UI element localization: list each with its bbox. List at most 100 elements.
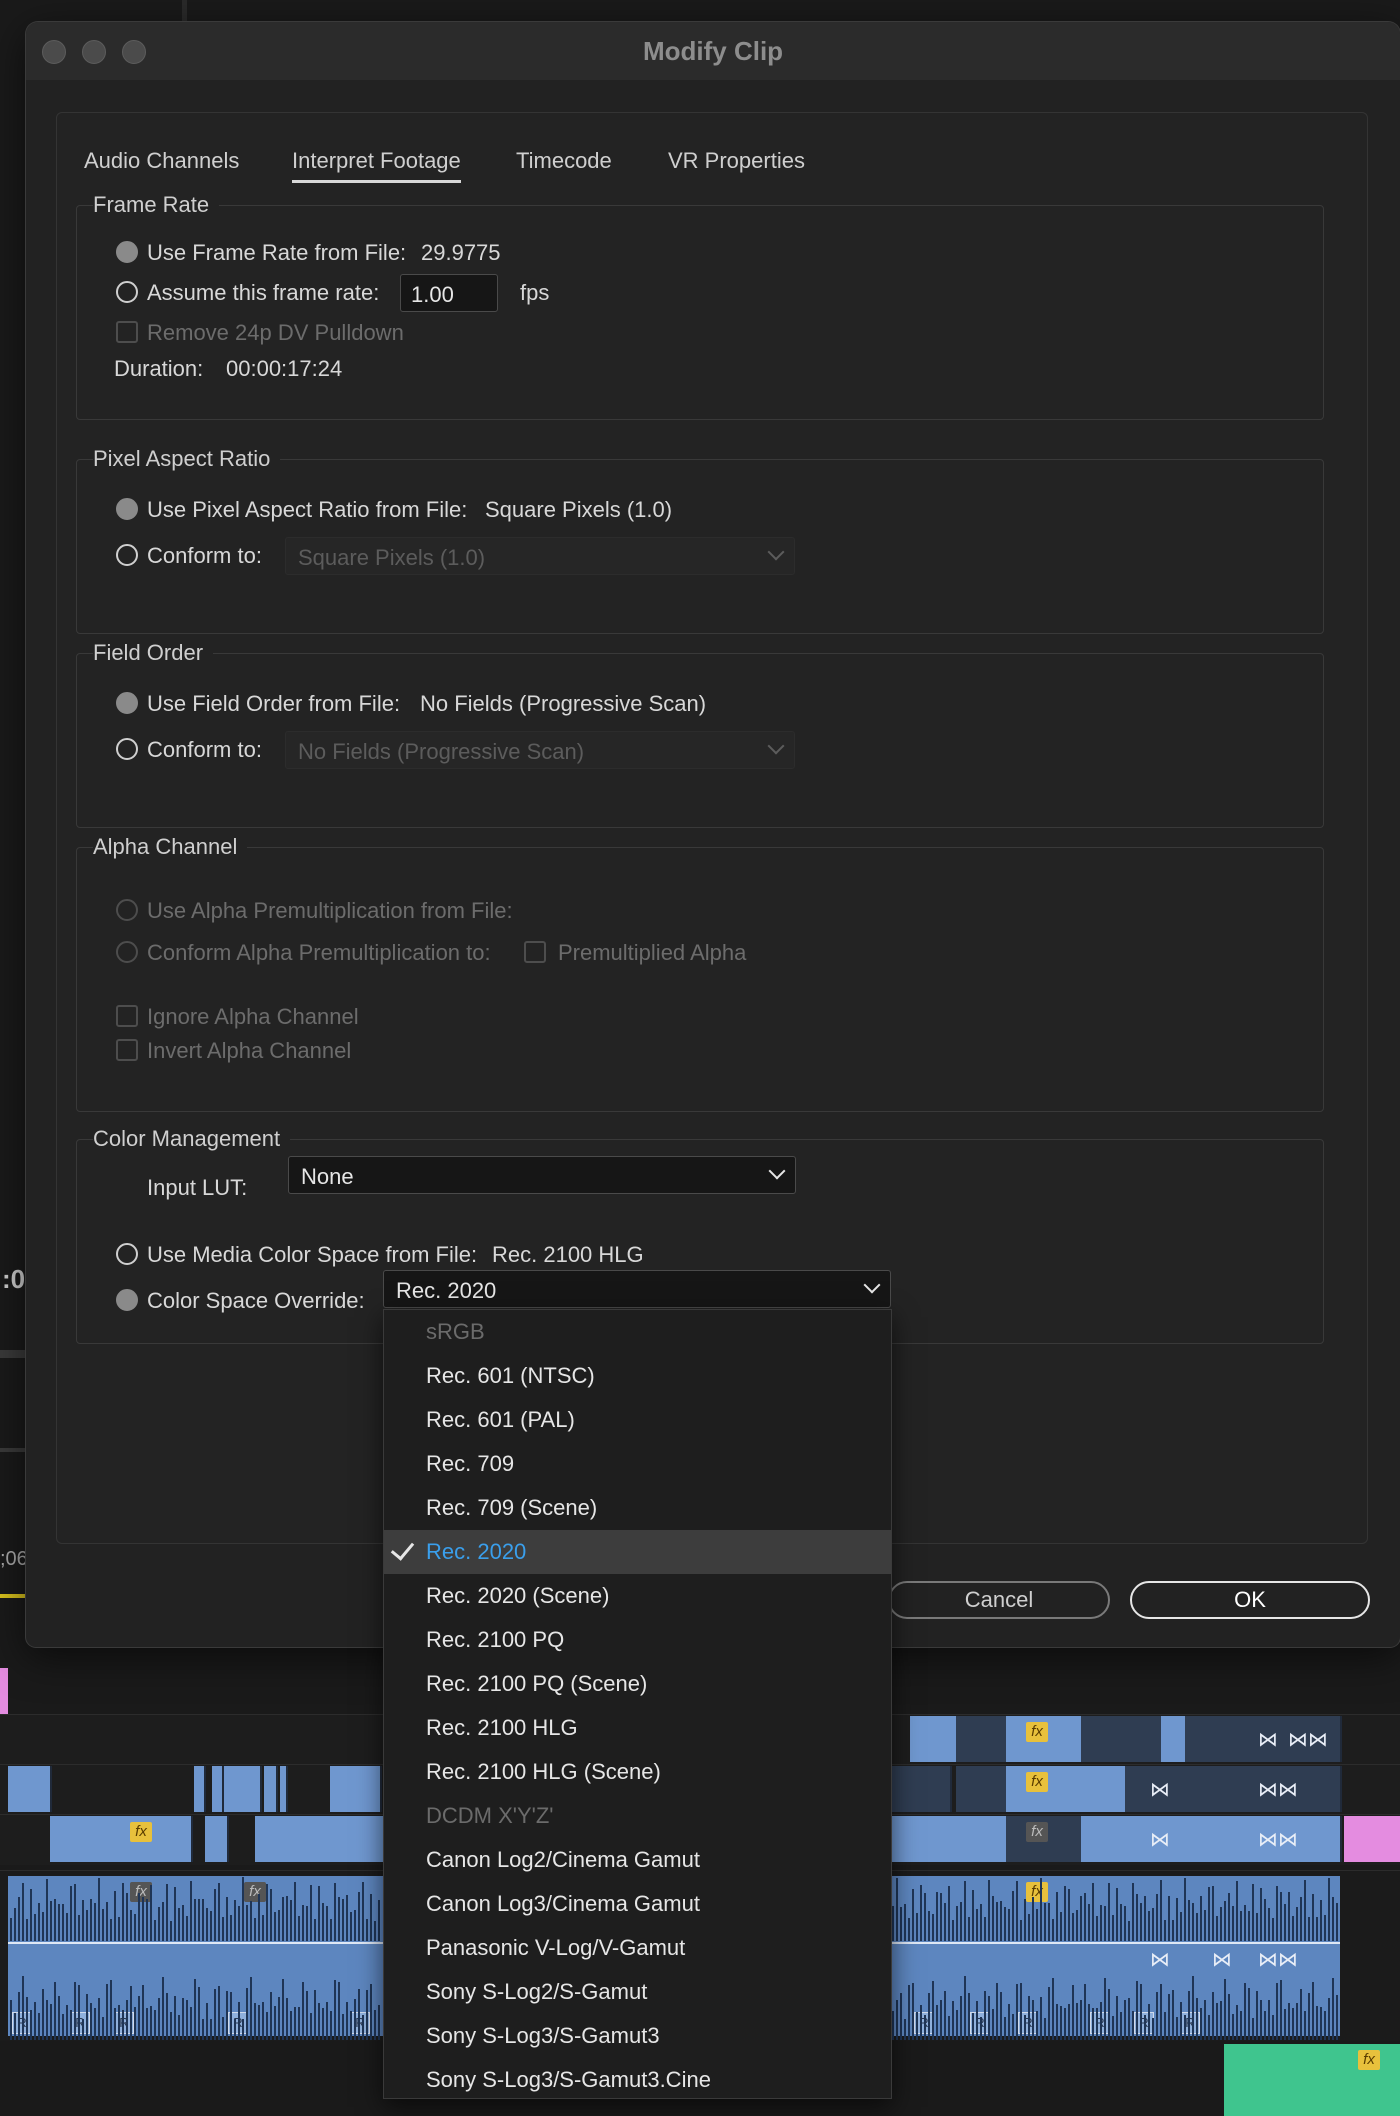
clip[interactable] xyxy=(910,1716,958,1762)
dropdown-item[interactable]: Panasonic V-Log/V-Gamut xyxy=(384,1926,891,1970)
use-field-order-from-file-radio[interactable] xyxy=(116,692,138,714)
clip[interactable] xyxy=(205,1816,229,1862)
clip[interactable] xyxy=(1125,1716,1163,1762)
tab-vr-properties[interactable]: VR Properties xyxy=(668,148,805,174)
transition-icon[interactable]: ⋈ xyxy=(1212,1947,1232,1972)
use-frame-rate-from-file-radio[interactable] xyxy=(116,241,138,263)
dropdown-item[interactable]: Sony S-Log2/S-Gamut xyxy=(384,1970,891,2014)
dropdown-item[interactable]: Rec. 2020 (Scene) xyxy=(384,1574,891,1618)
dropdown-item-label: DCDM X'Y'Z' xyxy=(426,1803,554,1828)
remove-pulldown-checkbox[interactable] xyxy=(116,321,138,343)
tab-interpret-footage[interactable]: Interpret Footage xyxy=(292,148,461,183)
use-par-from-file-radio[interactable] xyxy=(116,498,138,520)
clip[interactable] xyxy=(285,1816,327,1862)
audio-waveform-bar xyxy=(322,2008,324,2040)
dropdown-item[interactable]: Rec. 709 xyxy=(384,1442,891,1486)
clip[interactable] xyxy=(1185,1716,1227,1762)
audio-waveform-bar xyxy=(342,2014,344,2040)
dropdown-item-label: Rec. 601 (NTSC) xyxy=(426,1363,595,1388)
audio-waveform-bar xyxy=(70,1886,72,1941)
conform-par-select[interactable]: Square Pixels (1.0) xyxy=(285,537,795,575)
transition-icon[interactable]: ⋈⋈ xyxy=(1258,1947,1298,1972)
premultiplied-alpha-checkbox[interactable] xyxy=(524,941,546,963)
assume-frame-rate-radio[interactable] xyxy=(116,281,138,303)
clip[interactable] xyxy=(1344,1816,1400,1862)
audio-waveform-bar xyxy=(1284,2009,1286,2040)
clip[interactable] xyxy=(1081,1716,1127,1762)
clip[interactable] xyxy=(1081,1816,1342,1862)
dropdown-item[interactable]: Rec. 2100 HLG (Scene) xyxy=(384,1750,891,1794)
dialog-titlebar[interactable]: Modify Clip xyxy=(26,22,1400,80)
tab-timecode[interactable]: Timecode xyxy=(516,148,612,174)
clip[interactable] xyxy=(8,1766,52,1812)
dropdown-item[interactable]: Canon Log2/Cinema Gamut xyxy=(384,1838,891,1882)
ignore-alpha-checkbox[interactable] xyxy=(116,1005,138,1027)
audio-waveform-bar xyxy=(1096,1916,1098,1941)
clip[interactable] xyxy=(325,1816,349,1862)
audio-waveform-bar xyxy=(1076,2003,1078,2040)
dropdown-item[interactable]: Sony S-Log3/S-Gamut3 xyxy=(384,2014,891,2058)
dropdown-item[interactable]: Sony S-Log3/S-Gamut3.Cine xyxy=(384,2058,891,2102)
fx-badge[interactable]: fx xyxy=(1026,1822,1048,1842)
dropdown-item[interactable]: Rec. 2020 xyxy=(384,1530,891,1574)
audio-waveform-bar xyxy=(1036,1909,1038,1941)
conform-field-order-select[interactable]: No Fields (Progressive Scan) xyxy=(285,731,795,769)
clip[interactable] xyxy=(212,1766,224,1812)
clip[interactable] xyxy=(330,1766,382,1812)
frame-rate-group: Frame Rate xyxy=(76,192,1324,420)
clip[interactable] xyxy=(194,1766,206,1812)
conform-alpha-premult-radio[interactable] xyxy=(116,941,138,963)
fx-badge[interactable]: fx xyxy=(244,1882,266,1902)
audio-waveform-bar xyxy=(126,1893,128,1941)
clip[interactable] xyxy=(1081,1766,1127,1812)
transition-icon[interactable]: ⋈ xyxy=(1150,1777,1170,1802)
clip[interactable] xyxy=(1125,1766,1227,1812)
frame-rate-input[interactable]: 1.00 xyxy=(400,274,498,312)
clip[interactable] xyxy=(1161,1716,1187,1762)
fx-badge[interactable]: fx xyxy=(130,1882,152,1902)
clip[interactable] xyxy=(280,1766,288,1812)
conform-field-order-radio[interactable] xyxy=(116,738,138,760)
use-media-color-space-radio[interactable] xyxy=(116,1243,138,1265)
clip[interactable] xyxy=(956,1716,1008,1762)
dropdown-item[interactable]: Rec. 2100 PQ (Scene) xyxy=(384,1662,891,1706)
audio-waveform-bar xyxy=(1056,1892,1058,1941)
dropdown-item[interactable]: Rec. 2100 HLG xyxy=(384,1706,891,1750)
clip[interactable] xyxy=(890,1816,1008,1862)
clip[interactable] xyxy=(224,1766,262,1812)
dropdown-item[interactable]: Rec. 709 (Scene) xyxy=(384,1486,891,1530)
invert-alpha-checkbox[interactable] xyxy=(116,1039,138,1061)
clip[interactable] xyxy=(347,1816,385,1862)
dropdown-item[interactable]: Rec. 601 (PAL) xyxy=(384,1398,891,1442)
color-space-override-select[interactable]: Rec. 2020 xyxy=(383,1270,891,1308)
conform-par-radio[interactable] xyxy=(116,544,138,566)
transition-icon[interactable]: ⋈ xyxy=(1258,1727,1278,1752)
fx-badge[interactable]: fx xyxy=(1026,1772,1048,1792)
cancel-button[interactable]: Cancel xyxy=(888,1581,1110,1619)
ok-button[interactable]: OK xyxy=(1130,1581,1370,1619)
audio-waveform-bar xyxy=(30,2010,32,2040)
tab-audio-channels[interactable]: Audio Channels xyxy=(84,148,239,174)
clip[interactable] xyxy=(264,1766,278,1812)
audio-waveform-bar xyxy=(912,1889,914,1941)
transition-icon[interactable]: ⋈⋈ xyxy=(1288,1727,1328,1752)
clip[interactable] xyxy=(956,1766,1008,1812)
color-space-override-radio[interactable] xyxy=(116,1289,138,1311)
clip[interactable] xyxy=(255,1816,287,1862)
audio-waveform-bar xyxy=(54,1899,56,1941)
dropdown-item[interactable]: Rec. 2100 PQ xyxy=(384,1618,891,1662)
input-lut-select[interactable]: None xyxy=(288,1156,796,1194)
fx-badge[interactable]: fx xyxy=(1026,1882,1048,1902)
fx-badge[interactable]: fx xyxy=(130,1822,152,1842)
transition-icon[interactable]: ⋈⋈ xyxy=(1258,1827,1298,1852)
audio-waveform-bar xyxy=(1208,1887,1210,1941)
transition-icon[interactable]: ⋈⋈ xyxy=(1258,1777,1298,1802)
clip[interactable] xyxy=(890,1766,952,1812)
transition-icon[interactable]: ⋈ xyxy=(1150,1947,1170,1972)
transition-icon[interactable]: ⋈ xyxy=(1150,1827,1170,1852)
fx-badge[interactable]: fx xyxy=(1358,2050,1380,2070)
dropdown-item[interactable]: Rec. 601 (NTSC) xyxy=(384,1354,891,1398)
dropdown-item[interactable]: Canon Log3/Cinema Gamut xyxy=(384,1882,891,1926)
fx-badge[interactable]: fx xyxy=(1026,1722,1048,1742)
use-alpha-premult-radio[interactable] xyxy=(116,899,138,921)
